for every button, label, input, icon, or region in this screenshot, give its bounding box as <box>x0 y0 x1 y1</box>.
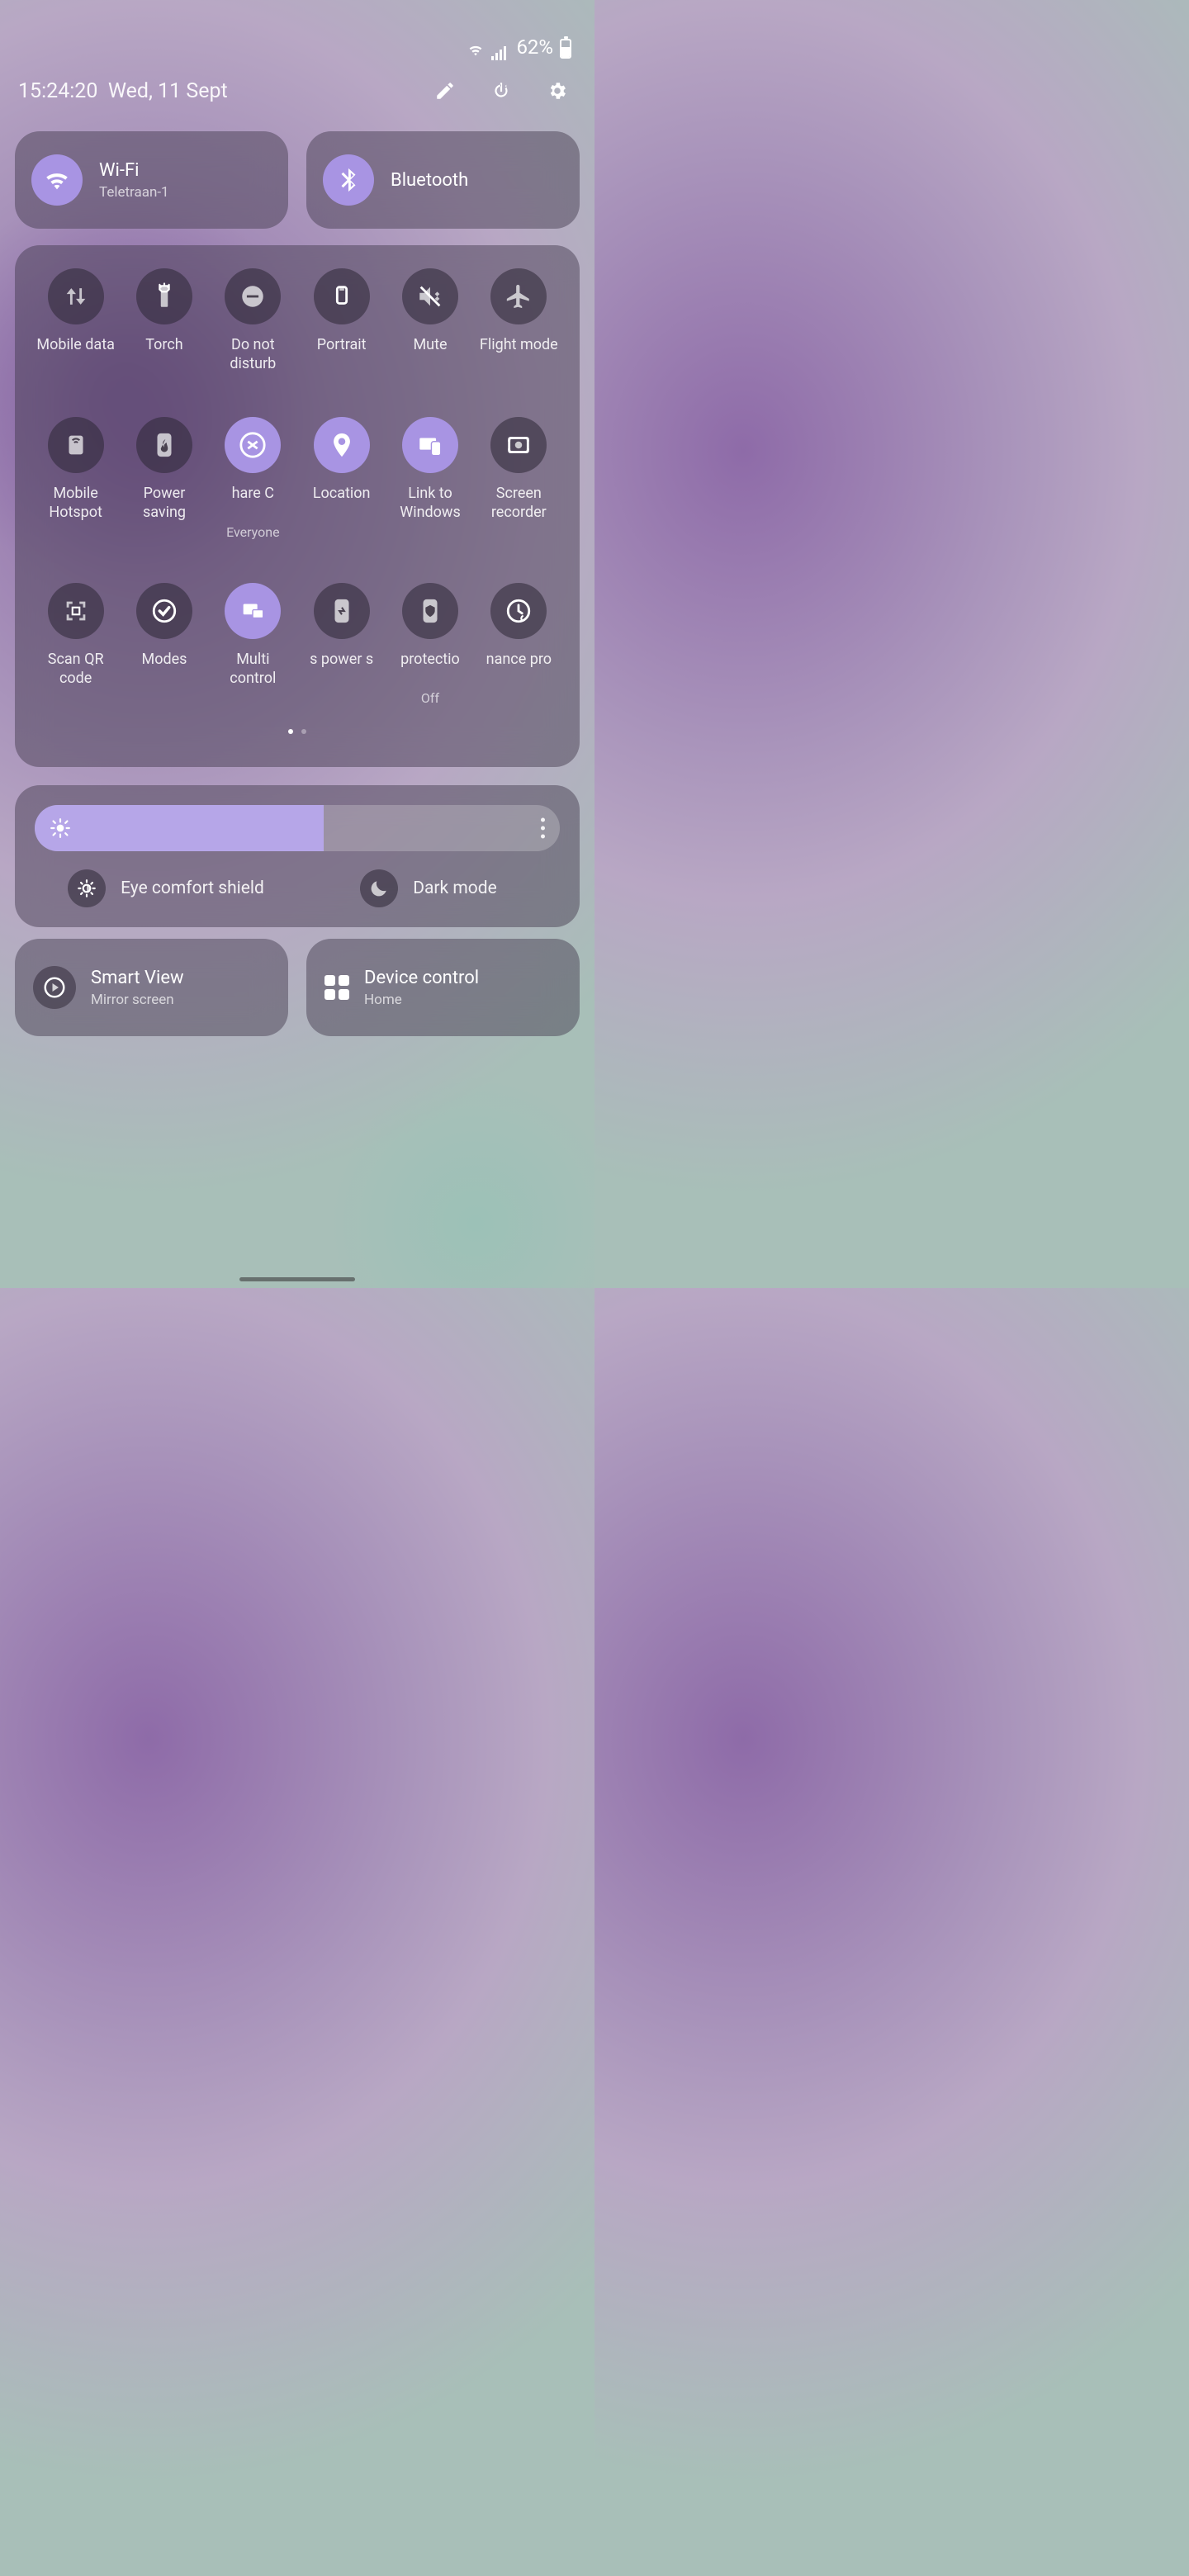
power-share-icon <box>314 583 370 639</box>
tile-modes[interactable]: Modes <box>120 583 208 706</box>
settings-button[interactable] <box>545 78 570 103</box>
modes-icon <box>136 583 192 639</box>
smart-view-title: Smart View <box>91 968 184 988</box>
bluetooth-toggle[interactable]: Bluetooth <box>306 131 580 229</box>
tile-hotspot[interactable]: Mobile Hotspot <box>31 417 120 540</box>
tile-scan-qr[interactable]: Scan QR code <box>31 583 120 706</box>
tile-mobile-data[interactable]: Mobile data <box>31 268 120 374</box>
device-control-sub: Home <box>364 992 479 1008</box>
brightness-slider[interactable] <box>35 805 560 851</box>
wifi-toggle[interactable]: Wi-Fi Teletraan-1 <box>15 131 288 229</box>
tile-label: s power s <box>310 651 373 689</box>
tile-label: Location <box>313 485 371 523</box>
clock-time: 15:24:20 <box>18 79 97 103</box>
protection-icon <box>402 583 458 639</box>
qs-header: 15:24:20 Wed, 11 Sept <box>15 62 580 120</box>
performance-icon <box>490 583 547 639</box>
tile-quick-share[interactable]: hare CEveryone <box>209 417 297 540</box>
tile-label: Scan QR code <box>35 651 117 689</box>
wifi-network: Teletraan-1 <box>99 184 169 201</box>
mobile-data-icon <box>48 268 104 324</box>
tile-mute[interactable]: Mute <box>386 268 474 374</box>
tile-sub: Off <box>421 690 439 706</box>
tile-label: Power saving <box>123 485 206 523</box>
brightness-panel: Eye comfort shield Dark mode <box>15 785 580 927</box>
eye-comfort-icon <box>68 869 106 907</box>
status-bar: 62% <box>15 0 580 62</box>
tile-label: Torch <box>145 336 182 374</box>
bluetooth-title: Bluetooth <box>391 170 468 191</box>
wifi-icon <box>467 40 485 59</box>
torch-icon <box>136 268 192 324</box>
tile-label: Portrait <box>317 336 367 374</box>
page-indicator <box>31 729 563 734</box>
clock-date: Wed, 11 Sept <box>108 79 228 103</box>
tile-portrait[interactable]: Portrait <box>297 268 386 374</box>
power-saving-icon <box>136 417 192 473</box>
tiles-panel: Mobile data Torch Do not disturb Portrait Mu… <box>15 245 580 767</box>
tile-label: Do not disturb <box>211 336 294 374</box>
tile-multi-control[interactable]: Multi control <box>209 583 297 706</box>
tile-link-windows[interactable]: Link to Windows <box>386 417 474 540</box>
tile-label: Modes <box>142 651 187 689</box>
tile-sub: Everyone <box>226 524 279 540</box>
battery-percent: 62% <box>516 36 553 59</box>
eye-comfort-label: Eye comfort shield <box>121 878 264 898</box>
eye-comfort-toggle[interactable]: Eye comfort shield <box>35 869 297 907</box>
battery-icon <box>560 39 571 59</box>
dark-mode-toggle[interactable]: Dark mode <box>297 869 560 907</box>
tile-label: nance pro <box>486 651 552 689</box>
device-control-title: Device control <box>364 968 479 988</box>
portrait-icon <box>314 268 370 324</box>
wifi-icon <box>31 154 83 206</box>
tile-label: Flight mode <box>480 336 558 374</box>
dark-mode-label: Dark mode <box>413 878 497 898</box>
tile-torch[interactable]: Torch <box>120 268 208 374</box>
multi-control-icon <box>225 583 281 639</box>
mute-icon <box>402 268 458 324</box>
flight-icon <box>490 268 547 324</box>
link-windows-icon <box>402 417 458 473</box>
slider-menu-icon[interactable] <box>541 818 545 839</box>
device-control-button[interactable]: Device control Home <box>306 939 580 1036</box>
grid-icon <box>324 975 349 1000</box>
tile-label: hare C <box>232 485 274 523</box>
moon-icon <box>360 869 398 907</box>
quick-share-icon <box>225 417 281 473</box>
tile-power-share[interactable]: s power s <box>297 583 386 706</box>
tile-label: Multi control <box>211 651 294 689</box>
tile-label: protectio <box>400 651 460 689</box>
tile-power-saving[interactable]: Power saving <box>120 417 208 540</box>
tile-flight[interactable]: Flight mode <box>475 268 563 374</box>
smart-view-sub: Mirror screen <box>91 992 184 1008</box>
tile-screen-rec[interactable]: Screen recorder <box>475 417 563 540</box>
hotspot-icon <box>48 417 104 473</box>
tile-dnd[interactable]: Do not disturb <box>209 268 297 374</box>
tile-protection[interactable]: protectioOff <box>386 583 474 706</box>
brightness-icon <box>50 817 71 839</box>
tile-label: Mobile data <box>36 336 114 374</box>
location-icon <box>314 417 370 473</box>
tile-label: Mobile Hotspot <box>35 485 117 523</box>
screen-rec-icon <box>490 417 547 473</box>
wifi-title: Wi-Fi <box>99 160 169 181</box>
tile-label: Screen recorder <box>477 485 560 523</box>
power-button[interactable] <box>489 78 514 103</box>
signal-icon <box>491 44 509 59</box>
bluetooth-icon <box>323 154 374 206</box>
tile-performance[interactable]: nance pro <box>475 583 563 706</box>
cast-icon <box>33 966 76 1009</box>
tile-label: Mute <box>413 336 447 374</box>
tile-location[interactable]: Location <box>297 417 386 540</box>
dnd-icon <box>225 268 281 324</box>
smart-view-button[interactable]: Smart View Mirror screen <box>15 939 288 1036</box>
home-indicator[interactable] <box>239 1277 355 1281</box>
scan-qr-icon <box>48 583 104 639</box>
tile-label: Link to Windows <box>389 485 471 523</box>
edit-button[interactable] <box>433 78 457 103</box>
